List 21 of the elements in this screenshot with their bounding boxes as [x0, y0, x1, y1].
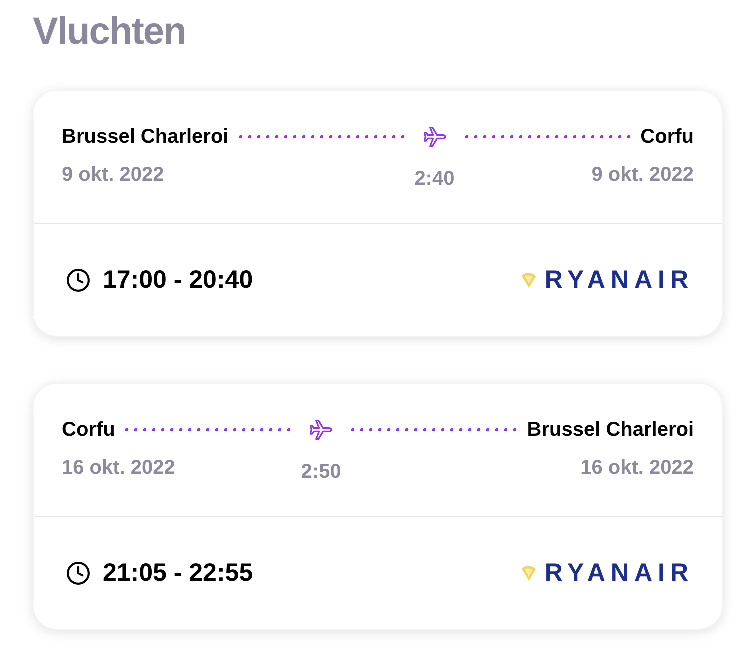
arrival-date: 16 okt. 2022 [580, 456, 694, 481]
clock-icon [66, 560, 91, 586]
flight-duration: 2:40 [414, 167, 455, 192]
page-title: Vluchten [33, 12, 186, 52]
destination-city: Brussel Charleroi [527, 418, 694, 443]
airplane-icon [424, 127, 446, 147]
flight-duration: 2:50 [301, 460, 342, 485]
clock-icon [66, 268, 91, 292]
destination-city: Corfu [640, 125, 694, 150]
arrival-date: 9 okt. 2022 [592, 163, 694, 188]
origin-city: Brussel Charleroi [62, 125, 229, 150]
airline-logo-text: RYANAIR [544, 265, 694, 296]
departure-date: 9 okt. 2022 [62, 163, 164, 188]
departure-date: 16 okt. 2022 [62, 456, 176, 481]
logo-icon [520, 564, 537, 582]
airplane-icon [310, 420, 332, 440]
airline-logo-text: RYANAIR [544, 558, 694, 589]
origin-city: Corfu [62, 418, 116, 443]
flight-times: 21:05 - 22:55 [103, 558, 254, 589]
logo-icon [520, 272, 537, 288]
flight-times: 17:00 - 20:40 [103, 265, 254, 296]
